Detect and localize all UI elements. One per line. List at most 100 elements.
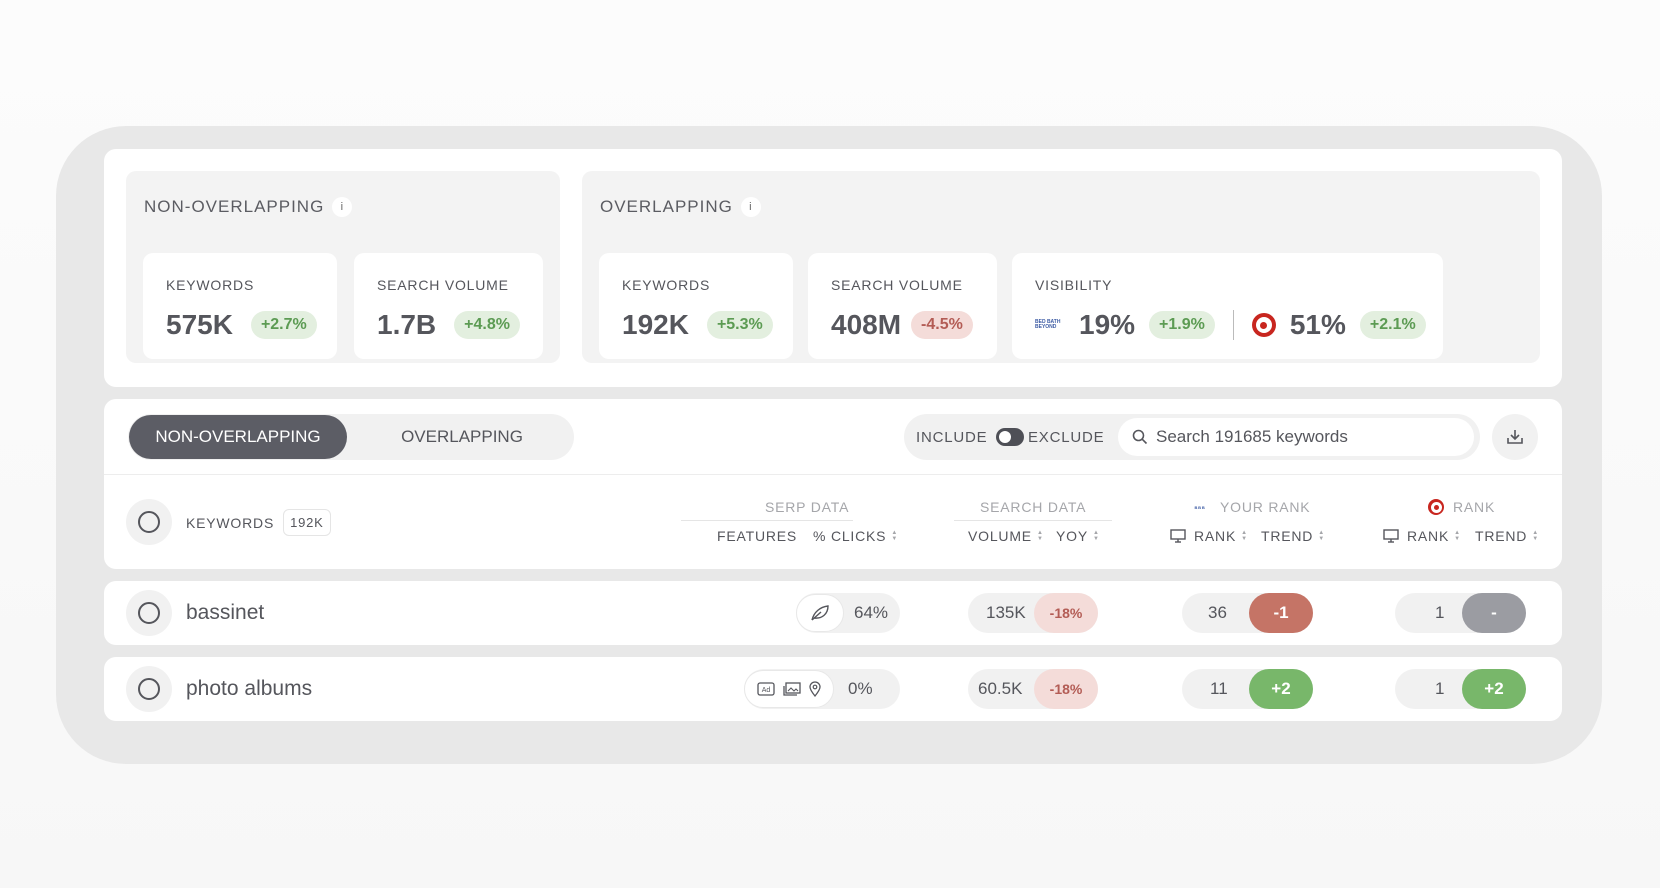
features-pill[interactable]: Ad bbox=[744, 670, 834, 708]
table-row[interactable]: photo albums Ad 0% 60.5K -18% 11 +2 1 +2 bbox=[104, 657, 1562, 721]
overlapping-keywords-card: KEYWORDS 192K +5.3% bbox=[599, 253, 793, 359]
your-rank-sort-header[interactable]: RANK ▲ ▼ bbox=[1170, 528, 1248, 544]
serp-pill: 64% bbox=[796, 593, 900, 633]
select-all-radio[interactable] bbox=[126, 499, 172, 545]
info-icon[interactable]: i bbox=[740, 197, 761, 217]
keyword-text: bassinet bbox=[186, 601, 265, 624]
volume-sort-header[interactable]: VOLUME ▲ ▼ bbox=[968, 528, 1044, 544]
card-label: SEARCH VOLUME bbox=[377, 277, 509, 293]
images-icon bbox=[783, 682, 801, 696]
sort-icon: ▲ ▼ bbox=[891, 530, 899, 542]
your-trend-sort-header[interactable]: TREND ▲ ▼ bbox=[1261, 528, 1325, 544]
clicks-sort-header[interactable]: % CLICKS ▲ ▼ bbox=[813, 528, 898, 544]
search-data-group-header: SEARCH DATA bbox=[980, 499, 1087, 515]
competitor-trend-sort-header[interactable]: TREND ▲ ▼ bbox=[1475, 528, 1539, 544]
features-header: FEATURES bbox=[717, 528, 798, 544]
keywords-value: 575K bbox=[166, 309, 233, 340]
keyword-filter: INCLUDE EXCLUDE bbox=[904, 414, 1480, 460]
clicks-value: 64% bbox=[854, 603, 889, 622]
yoy-badge: -18% bbox=[1034, 593, 1098, 633]
card-label: VISIBILITY bbox=[1035, 277, 1113, 293]
include-label: INCLUDE bbox=[916, 429, 988, 446]
divider bbox=[104, 474, 1562, 475]
card-label: KEYWORDS bbox=[622, 277, 711, 293]
competitor-rank-value: 1 bbox=[1435, 603, 1445, 622]
your-trend-badge: +2 bbox=[1249, 669, 1313, 709]
yoy-badge: -18% bbox=[1034, 669, 1098, 709]
change-badge: +2.7% bbox=[250, 311, 317, 339]
change-badge: +4.8% bbox=[454, 311, 520, 339]
your-rank-pill: 11 +2 bbox=[1182, 669, 1313, 709]
bed-bath-beyond-logo: BBB bbox=[1194, 504, 1206, 510]
competitor-rank-value: 1 bbox=[1435, 679, 1445, 698]
desktop-icon bbox=[1383, 529, 1399, 543]
sort-icon: ▲ ▼ bbox=[1454, 530, 1461, 542]
search-box bbox=[1118, 418, 1474, 456]
competitor-trend-badge: - bbox=[1462, 593, 1526, 633]
your-rank-group-header: BBB YOUR RANK bbox=[1189, 499, 1310, 515]
serp-data-group-header: SERP DATA bbox=[765, 499, 850, 515]
brand-a-visibility: 19% bbox=[1079, 309, 1136, 340]
card-label: SEARCH VOLUME bbox=[831, 277, 963, 293]
non-overlapping-group: NON-OVERLAPPING i KEYWORDS 575K +2.7% SEAR… bbox=[126, 171, 560, 363]
leaf-icon bbox=[811, 605, 829, 621]
change-badge: -4.5% bbox=[911, 311, 973, 339]
include-exclude-toggle[interactable] bbox=[996, 428, 1024, 446]
overlapping-group: OVERLAPPING i KEYWORDS 192K +5.3% SEARCH V… bbox=[582, 171, 1540, 363]
yoy-sort-header[interactable]: YOY ▲ ▼ bbox=[1056, 528, 1100, 544]
search-input[interactable] bbox=[1156, 418, 1456, 456]
your-rank-value: 11 bbox=[1210, 679, 1228, 698]
competitor-rank-sort-header[interactable]: RANK ▲ ▼ bbox=[1383, 528, 1461, 544]
svg-text:Ad: Ad bbox=[762, 687, 771, 694]
your-rank-value: 36 bbox=[1208, 603, 1227, 622]
overlapping-volume-card: SEARCH VOLUME 408M -4.5% bbox=[808, 253, 997, 359]
sort-icon: ▲ ▼ bbox=[1241, 530, 1248, 542]
info-icon[interactable]: i bbox=[332, 197, 353, 217]
keywords-value: 192K bbox=[622, 309, 689, 340]
summary-panel: NON-OVERLAPPING i KEYWORDS 575K +2.7% SEAR… bbox=[104, 149, 1562, 387]
row-select-radio[interactable] bbox=[126, 590, 172, 636]
serp-pill: Ad 0% bbox=[744, 669, 900, 709]
ad-icon: Ad bbox=[757, 682, 775, 696]
keywords-header: KEYWORDS bbox=[186, 514, 275, 531]
clicks-value: 0% bbox=[848, 679, 873, 698]
bed-bath-beyond-logo: BED BATH BEYOND bbox=[1035, 319, 1061, 330]
search-pill: 60.5K -18% bbox=[968, 669, 1098, 709]
overlapping-title: OVERLAPPING bbox=[600, 197, 733, 216]
non-overlapping-volume-card: SEARCH VOLUME 1.7B +4.8% bbox=[354, 253, 543, 359]
change-badge: +1.9% bbox=[1149, 311, 1215, 339]
view-tabs: NON-OVERLAPPING OVERLAPPING bbox=[128, 414, 574, 460]
sort-icon: ▲ ▼ bbox=[1532, 530, 1539, 542]
divider bbox=[1232, 310, 1234, 340]
exclude-label: EXCLUDE bbox=[1028, 429, 1105, 446]
desktop-icon bbox=[1170, 529, 1186, 543]
table-row[interactable]: bassinet 64% 135K -18% 36 -1 1 - bbox=[104, 581, 1562, 645]
volume-value: 408M bbox=[831, 309, 902, 340]
search-pill: 135K -18% bbox=[968, 593, 1098, 633]
keyword-text: photo albums bbox=[186, 677, 313, 700]
features-pill[interactable] bbox=[796, 594, 844, 632]
download-icon bbox=[1507, 430, 1523, 444]
change-badge: +2.1% bbox=[1359, 311, 1426, 339]
target-logo-icon bbox=[1428, 499, 1444, 515]
keywords-count-badge: 192K bbox=[283, 509, 331, 536]
volume-value: 60.5K bbox=[978, 679, 1023, 698]
non-overlapping-title: NON-OVERLAPPING bbox=[144, 197, 325, 216]
competitor-rank-pill: 1 - bbox=[1395, 593, 1526, 633]
search-icon bbox=[1132, 429, 1148, 445]
visibility-card: VISIBILITY BED BATH BEYOND 19% +1.9% 51%… bbox=[1012, 253, 1443, 359]
tab-non-overlapping[interactable]: NON-OVERLAPPING bbox=[129, 415, 347, 459]
card-label: KEYWORDS bbox=[166, 277, 255, 293]
volume-value: 1.7B bbox=[377, 309, 437, 340]
download-button[interactable] bbox=[1492, 414, 1538, 460]
location-pin-icon bbox=[809, 681, 821, 697]
row-select-radio[interactable] bbox=[126, 666, 172, 712]
competitor-rank-pill: 1 +2 bbox=[1395, 669, 1526, 709]
sort-icon: ▲ ▼ bbox=[1036, 530, 1044, 542]
change-badge: +5.3% bbox=[706, 311, 773, 339]
tab-overlapping[interactable]: OVERLAPPING bbox=[354, 415, 570, 459]
your-trend-badge: -1 bbox=[1249, 593, 1313, 633]
your-rank-pill: 36 -1 bbox=[1182, 593, 1313, 633]
volume-value: 135K bbox=[986, 603, 1026, 622]
target-logo-icon bbox=[1251, 313, 1276, 337]
